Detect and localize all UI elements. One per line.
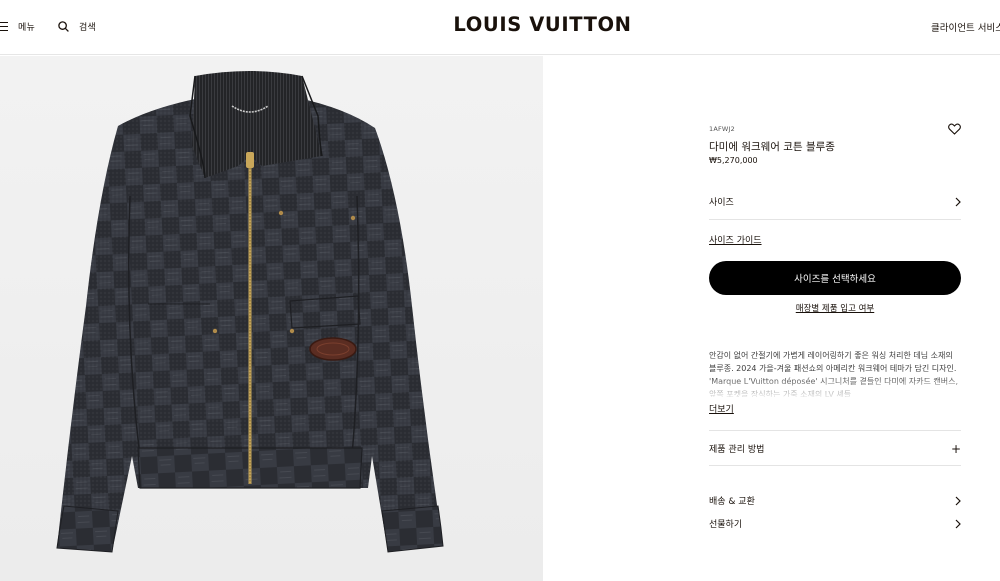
site-header: 메뉴 검색 LOUIS VUITTON 클라이언트 서비스 bbox=[0, 0, 1000, 55]
delivery-label: 배송 & 교환 bbox=[709, 497, 755, 507]
gift-link[interactable]: 선물하기 bbox=[709, 517, 961, 530]
size-selector[interactable]: 사이즈 bbox=[709, 195, 961, 208]
chevron-right-icon bbox=[955, 519, 961, 528]
product-price: ₩5,270,000 bbox=[709, 156, 758, 165]
product-description: 안감이 없어 간절기에 가볍게 레이어링하기 좋은 워싱 처리한 데님 소재의 … bbox=[709, 351, 958, 397]
product-name: 다미에 워크웨어 코튼 블루종 bbox=[709, 141, 835, 153]
select-size-button[interactable]: 사이즈를 선택하세요 bbox=[709, 261, 961, 295]
product-image[interactable] bbox=[0, 56, 543, 581]
plus-icon: + bbox=[950, 441, 961, 456]
divider bbox=[709, 465, 961, 466]
delivery-returns-link[interactable]: 배송 & 교환 bbox=[709, 494, 961, 507]
heart-icon[interactable] bbox=[948, 123, 961, 135]
read-more-link[interactable]: 더보기 bbox=[709, 402, 734, 415]
size-label: 사이즈 bbox=[709, 198, 734, 208]
size-guide-link[interactable]: 사이즈 가이드 bbox=[709, 233, 762, 246]
care-label: 제품 관리 방법 bbox=[709, 445, 765, 455]
care-accordion[interactable]: 제품 관리 방법 + bbox=[709, 441, 961, 456]
store-availability-link[interactable]: 매장별 제품 입고 여부 bbox=[709, 302, 961, 314]
brand-logo[interactable]: LOUIS VUITTON bbox=[0, 13, 1000, 36]
client-service-link[interactable]: 클라이언트 서비스 bbox=[931, 20, 1000, 34]
divider bbox=[709, 430, 961, 431]
chevron-right-icon bbox=[955, 496, 961, 505]
jacket-illustration bbox=[56, 71, 444, 553]
product-info-panel: 1AFWJ2 다미에 워크웨어 코튼 블루종 ₩5,270,000 사이즈 사이… bbox=[709, 56, 961, 581]
divider bbox=[709, 219, 961, 220]
chevron-right-icon bbox=[955, 197, 961, 206]
product-sku: 1AFWJ2 bbox=[709, 125, 736, 133]
gift-label: 선물하기 bbox=[709, 520, 743, 530]
